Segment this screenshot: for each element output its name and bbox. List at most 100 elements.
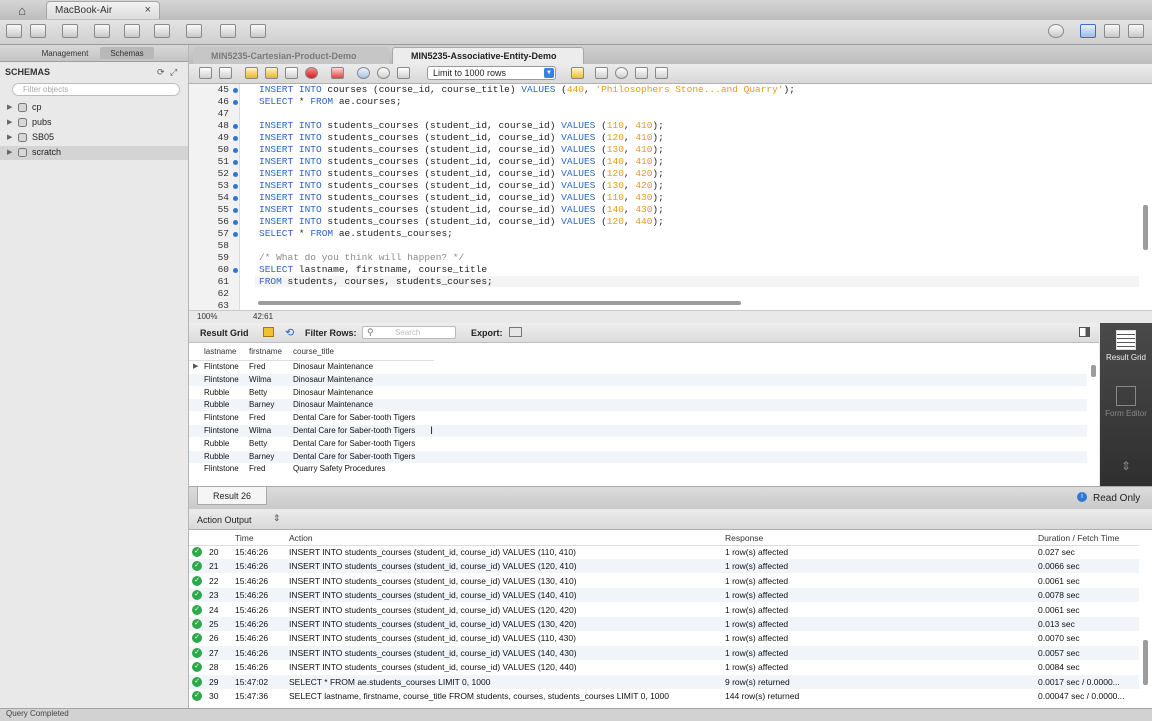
open-inspector-icon[interactable]	[62, 24, 78, 38]
grid-cell[interactable]: Flintstone	[204, 413, 239, 422]
tab-cartesian-product-demo[interactable]: MIN5235-Cartesian-Product-Demo	[193, 47, 389, 64]
form-editor-side-label[interactable]: Form Editor	[1100, 409, 1152, 418]
toggle-panel-icon[interactable]	[1079, 327, 1090, 337]
beautify-icon[interactable]	[571, 67, 584, 79]
filter-objects-input[interactable]: Filter objects	[12, 83, 180, 96]
explain-icon[interactable]	[285, 67, 298, 79]
editor-horizontal-scrollbar[interactable]	[258, 301, 741, 305]
table-row[interactable]: Rubble Betty Dinosaur Maintenance	[189, 387, 1087, 399]
grid-cell[interactable]: Flintstone	[204, 375, 239, 384]
grid-cell[interactable]: Rubble	[204, 452, 229, 461]
grid-cell[interactable]: Rubble	[204, 400, 229, 409]
expand-arrow-icon[interactable]: ▶	[7, 148, 12, 156]
schema-item-pubs[interactable]: ▶ pubs	[0, 116, 188, 130]
grid-cell[interactable]: Rubble	[204, 439, 229, 448]
grid-cell[interactable]: Fred	[249, 464, 265, 473]
expand-arrow-icon[interactable]: ▶	[7, 103, 12, 111]
column-header-firstname[interactable]: firstname	[249, 347, 282, 356]
table-row[interactable]: Rubble Betty Dental Care for Saber-tooth T…	[189, 438, 1087, 450]
create-view-icon[interactable]	[154, 24, 170, 38]
tab-result-26[interactable]: Result 26	[197, 487, 267, 505]
new-sql-tab-icon[interactable]	[6, 24, 22, 38]
toggle-secondary-sidebar-icon[interactable]	[1128, 24, 1144, 38]
table-row[interactable]: ▶ Flintstone Fred Dinosaur Maintenance	[189, 361, 1087, 373]
sql-editor[interactable]: 45 46 47 48 49 50 51 52 53 54 55 56 57 58 59 60 61 62 63 I…	[189, 84, 1152, 310]
grid-cell[interactable]: Dinosaur Maintenance	[293, 362, 373, 371]
refresh-icon[interactable]: ⟲	[285, 326, 294, 339]
reconnect-icon[interactable]	[250, 24, 266, 38]
find-panel-icon[interactable]	[595, 67, 608, 79]
action-row[interactable]: ✓ 23 15:46:26 INSERT INTO students_courses …	[189, 588, 1139, 603]
action-row[interactable]: ✓ 28 15:46:26 INSERT INTO students_courses …	[189, 660, 1139, 674]
rollback-icon[interactable]	[377, 67, 390, 79]
commit-icon[interactable]	[357, 67, 370, 79]
editor-vertical-scrollbar[interactable]	[1143, 205, 1148, 250]
grid-cell[interactable]: Dental Care for Saber-tooth Tigers	[293, 426, 415, 435]
grid-cell[interactable]: Betty	[249, 388, 267, 397]
create-procedure-icon[interactable]	[186, 24, 202, 38]
expand-icon[interactable]: ⤢	[170, 67, 177, 78]
action-row[interactable]: ✓ 22 15:46:26 INSERT INTO students_courses …	[189, 574, 1139, 588]
close-icon[interactable]: ×	[145, 4, 151, 16]
grid-icon[interactable]	[263, 327, 274, 337]
refresh-icon[interactable]: ⟳	[157, 67, 165, 78]
grid-cell[interactable]: Dental Care for Saber-tooth Tigers	[293, 452, 415, 461]
expand-arrow-icon[interactable]: ▶	[7, 133, 12, 141]
connection-tab[interactable]: MacBook-Air ×	[46, 1, 160, 19]
action-row[interactable]: ✓ 26 15:46:26 INSERT INTO students_courses …	[189, 631, 1139, 645]
expand-arrow-icon[interactable]: ▶	[7, 118, 12, 126]
open-file-icon[interactable]	[199, 67, 212, 79]
grid-cell[interactable]: Flintstone	[204, 362, 239, 371]
create-table-icon[interactable]	[124, 24, 140, 38]
result-grid[interactable]: lastname firstname course_title ▶ Flintst…	[189, 343, 1099, 486]
toggle-error-continue-icon[interactable]	[331, 67, 344, 79]
save-icon[interactable]	[219, 67, 232, 79]
toggle-output-icon[interactable]	[1104, 24, 1120, 38]
table-row[interactable]: Flintstone Wilma Dinosaur Maintenance	[189, 373, 1087, 386]
tab-management[interactable]: Management	[30, 47, 100, 59]
action-output-select[interactable]: Action Output	[197, 515, 252, 525]
grid-cell[interactable]: Wilma	[249, 375, 271, 384]
schema-item-cp[interactable]: ▶ cp	[0, 101, 188, 115]
word-wrap-icon[interactable]	[655, 67, 668, 79]
execute-icon[interactable]	[245, 67, 258, 79]
grid-cell[interactable]: Rubble	[204, 388, 229, 397]
export-icon[interactable]	[509, 327, 522, 337]
action-output-grid[interactable]: Time Action Response Duration / Fetch Ti…	[189, 530, 1152, 708]
grid-cell[interactable]: Betty	[249, 439, 267, 448]
action-output-scrollbar[interactable]	[1143, 640, 1148, 685]
action-row[interactable]: ✓ 30 15:47:36 SELECT lastname, firstname, c…	[189, 689, 1139, 703]
form-editor-icon[interactable]	[1116, 386, 1136, 406]
zoom-level[interactable]: 100%	[197, 312, 217, 321]
limit-rows-select[interactable]: Limit to 1000 rows ▼	[427, 66, 556, 80]
action-row[interactable]: ✓ 20 15:46:26 INSERT INTO students_courses …	[189, 545, 1139, 559]
grid-cell[interactable]: Fred	[249, 362, 265, 371]
grid-cell[interactable]: Dinosaur Maintenance	[293, 388, 373, 397]
toggle-sidebar-icon[interactable]	[1080, 24, 1096, 38]
grid-cell[interactable]: Barney	[249, 400, 274, 409]
stop-icon[interactable]	[305, 67, 318, 79]
table-row[interactable]: Flintstone Fred Quarry Safety Procedures	[189, 463, 1087, 475]
column-header-course-title[interactable]: course_title	[293, 347, 334, 356]
grid-cell[interactable]: Dinosaur Maintenance	[293, 400, 373, 409]
grid-cell[interactable]: Flintstone	[204, 464, 239, 473]
grid-cell[interactable]: Dinosaur Maintenance	[293, 375, 373, 384]
grid-cell[interactable]: Dental Care for Saber-tooth Tigers	[293, 439, 415, 448]
grid-vertical-scrollbar[interactable]	[1091, 365, 1096, 377]
grid-cell[interactable]: Flintstone	[204, 426, 239, 435]
schema-item-sb05[interactable]: ▶ SB05	[0, 131, 188, 145]
grid-cell[interactable]: Dental Care for Saber-tooth Tigers	[293, 413, 415, 422]
search-table-data-icon[interactable]	[220, 24, 236, 38]
create-schema-icon[interactable]	[94, 24, 110, 38]
grid-cell[interactable]: Fred	[249, 413, 265, 422]
home-icon[interactable]: ⌂	[0, 0, 44, 20]
result-grid-side-label[interactable]: Result Grid	[1100, 353, 1152, 362]
result-grid-icon[interactable]	[1116, 330, 1136, 350]
chevron-updown-icon[interactable]: ⇕	[273, 513, 281, 524]
filter-rows-input[interactable]: ⚲ Search	[362, 326, 456, 339]
action-row[interactable]: ✓ 21 15:46:26 INSERT INTO students_courses …	[189, 559, 1139, 574]
table-row[interactable]: Flintstone Wilma Dental Care for Saber-too…	[189, 425, 1087, 437]
action-row[interactable]: ✓ 27 15:46:26 INSERT INTO students_courses …	[189, 645, 1139, 660]
column-header-lastname[interactable]: lastname	[204, 347, 236, 356]
magnifier-icon[interactable]	[615, 67, 628, 79]
